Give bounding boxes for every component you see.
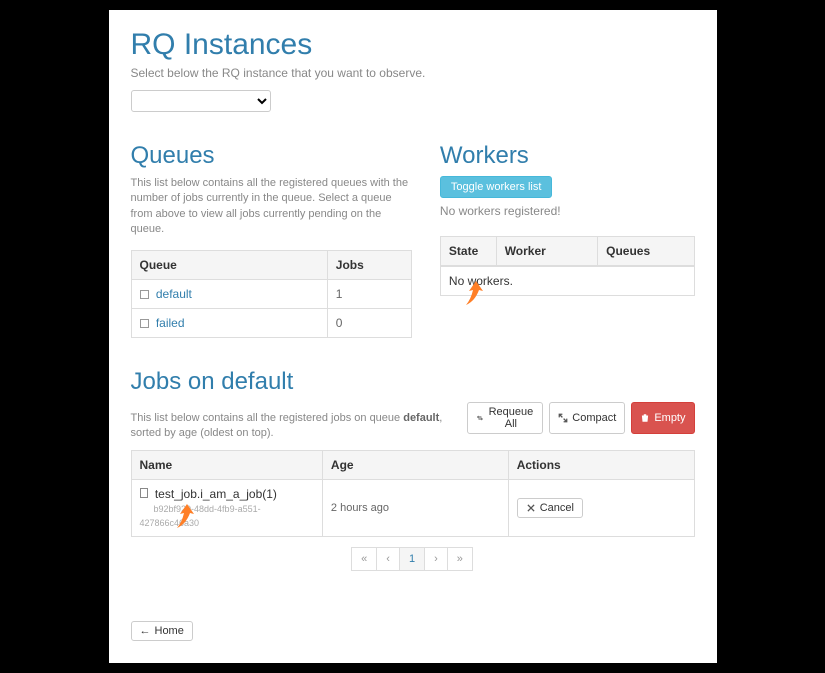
- file-icon: [140, 488, 148, 498]
- queue-count: 0: [327, 308, 411, 337]
- pagination-prev[interactable]: ‹: [376, 547, 400, 571]
- job-id: b92bf920-48dd-4fb9-a551-427866c46a30: [140, 504, 261, 528]
- pagination: « ‹ 1 › »: [131, 547, 695, 571]
- resize-icon: [558, 413, 568, 423]
- workers-col-state: State: [440, 237, 496, 266]
- workers-table: State Worker Queues: [440, 236, 695, 266]
- pagination-last[interactable]: »: [447, 547, 473, 571]
- table-row: failed 0: [131, 308, 411, 337]
- jobs-col-name: Name: [131, 450, 322, 479]
- close-icon: [526, 503, 536, 513]
- pagination-first[interactable]: «: [351, 547, 377, 571]
- workers-col-queues: Queues: [598, 237, 694, 266]
- queue-link-failed[interactable]: failed: [156, 316, 185, 330]
- queue-count: 1: [327, 279, 411, 308]
- queues-table: Queue Jobs default 1: [131, 250, 412, 338]
- retweet-icon: [476, 413, 484, 423]
- home-button[interactable]: ← Home: [131, 621, 193, 641]
- queues-desc: This list below contains all the registe…: [131, 176, 412, 238]
- job-name: test_job.i_am_a_job(1): [155, 487, 277, 501]
- table-row: default 1: [131, 279, 411, 308]
- page-title: RQ Instances: [131, 28, 695, 62]
- queue-icon: [140, 319, 149, 328]
- no-workers-cell: No workers.: [449, 274, 513, 288]
- workers-col-worker: Worker: [496, 237, 597, 266]
- queue-icon: [140, 290, 149, 299]
- arrow-left-icon: ←: [140, 625, 151, 637]
- toggle-workers-button[interactable]: Toggle workers list: [440, 176, 552, 198]
- pagination-next[interactable]: ›: [424, 547, 448, 571]
- workers-none-text: No workers registered!: [440, 204, 695, 218]
- table-row: test_job.i_am_a_job(1) b92bf920-48dd-4fb…: [131, 479, 694, 536]
- jobs-heading: Jobs on default: [131, 368, 695, 396]
- queue-link-default[interactable]: default: [156, 287, 192, 301]
- jobs-col-age: Age: [322, 450, 508, 479]
- queues-col-queue: Queue: [131, 250, 327, 279]
- jobs-table: Name Age Actions test_job.i_am_a_job(1) …: [131, 450, 695, 537]
- pagination-page[interactable]: 1: [399, 547, 425, 571]
- instances-subtext: Select below the RQ instance that you wa…: [131, 66, 695, 80]
- cancel-button[interactable]: Cancel: [517, 498, 583, 518]
- jobs-col-actions: Actions: [508, 450, 694, 479]
- trash-icon: [640, 413, 650, 423]
- queues-col-jobs: Jobs: [327, 250, 411, 279]
- instance-select[interactable]: [131, 90, 271, 112]
- compact-button[interactable]: Compact: [549, 402, 625, 434]
- jobs-desc: This list below contains all the registe…: [131, 411, 467, 442]
- empty-button[interactable]: Empty: [631, 402, 694, 434]
- requeue-all-button[interactable]: Requeue All: [467, 402, 544, 434]
- workers-heading: Workers: [440, 142, 695, 170]
- job-age: 2 hours ago: [322, 479, 508, 536]
- queues-heading: Queues: [131, 142, 412, 170]
